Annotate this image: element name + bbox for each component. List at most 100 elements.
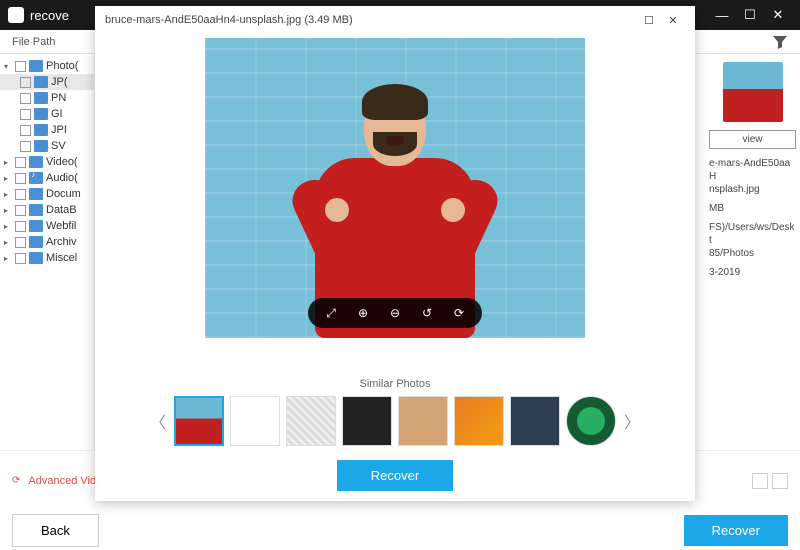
tree-label: SV xyxy=(51,140,66,152)
tree-item-webfile[interactable]: ▸ Webfil xyxy=(0,218,94,234)
brand-text: recove xyxy=(30,8,69,23)
checkbox[interactable] xyxy=(15,173,26,184)
chevron-right-icon[interactable]: ▸ xyxy=(4,190,12,199)
folder-icon xyxy=(29,60,43,72)
image-toolbar: ⤢ ⊕ ⊖ ↺ ⟳ xyxy=(308,298,482,328)
chevron-right-icon[interactable]: ▸ xyxy=(4,158,12,167)
folder-icon xyxy=(29,252,43,264)
list-view-icon[interactable] xyxy=(772,473,788,489)
checkbox[interactable] xyxy=(20,125,31,136)
chevron-down-icon[interactable]: ▾ xyxy=(4,62,12,71)
chevron-right-icon[interactable]: ▸ xyxy=(4,174,12,183)
info-size: MB xyxy=(709,202,796,215)
similar-thumb[interactable] xyxy=(230,396,280,446)
similar-photos-row: 〈 〉 xyxy=(115,396,675,446)
checkbox[interactable] xyxy=(15,61,26,72)
tree-label: Docum xyxy=(46,188,81,200)
modal-close-button[interactable]: ✕ xyxy=(661,8,685,32)
tree-label: DataB xyxy=(46,204,77,216)
folder-icon xyxy=(34,76,48,88)
tree-item-misc[interactable]: ▸ Miscel xyxy=(0,250,94,266)
folder-icon xyxy=(34,140,48,152)
modal-recover-button[interactable]: Recover xyxy=(337,460,453,491)
tree-item-document[interactable]: ▸ Docum xyxy=(0,186,94,202)
reload-icon[interactable]: ⟳ xyxy=(12,475,20,486)
preview-image: ⤢ ⊕ ⊖ ↺ ⟳ xyxy=(205,38,585,338)
zoom-out-icon[interactable]: ⊖ xyxy=(386,304,404,322)
chevron-right-icon[interactable]: ▸ xyxy=(4,238,12,247)
modal-maximize-button[interactable]: ☐ xyxy=(637,8,661,32)
modal-body: ⤢ ⊕ ⊖ ↺ ⟳ xyxy=(95,34,695,372)
preview-button[interactable]: view xyxy=(709,130,796,149)
chevron-right-icon[interactable]: ▸ xyxy=(4,206,12,215)
sidebar-tree: ▾Photo( JP( PN GI JPI SV ▸ Video( ▸Audio(… xyxy=(0,54,95,450)
zoom-in-icon[interactable]: ⊕ xyxy=(354,304,372,322)
tree-item-audio[interactable]: ▸Audio( xyxy=(0,170,94,186)
back-button[interactable]: Back xyxy=(12,514,99,547)
tree-label: Video( xyxy=(46,156,78,168)
tree-item-jpg[interactable]: JP( xyxy=(0,74,94,90)
filter-icon[interactable] xyxy=(772,34,788,50)
view-toggle xyxy=(752,473,788,489)
checkbox[interactable] xyxy=(20,141,31,152)
app-logo: recove xyxy=(8,7,69,23)
grid-view-icon[interactable] xyxy=(752,473,768,489)
checkbox[interactable] xyxy=(20,93,31,104)
similar-photos-section: Similar Photos 〈 〉 xyxy=(95,372,695,454)
checkbox[interactable] xyxy=(15,189,26,200)
similar-thumb[interactable] xyxy=(454,396,504,446)
similar-thumb[interactable] xyxy=(398,396,448,446)
info-thumbnail xyxy=(723,62,783,122)
checkbox[interactable] xyxy=(20,109,31,120)
folder-icon xyxy=(29,204,43,216)
checkbox[interactable] xyxy=(15,205,26,216)
tree-item-png[interactable]: PN xyxy=(0,90,94,106)
chevron-right-icon[interactable]: ▸ xyxy=(4,222,12,231)
similar-thumb[interactable] xyxy=(174,396,224,446)
folder-icon xyxy=(29,220,43,232)
tree-label: GI xyxy=(51,108,63,120)
checkbox[interactable] xyxy=(20,77,31,88)
similar-thumb[interactable] xyxy=(342,396,392,446)
tree-label: Webfil xyxy=(46,220,76,232)
checkbox[interactable] xyxy=(15,237,26,248)
refresh-icon[interactable]: ⟳ xyxy=(450,304,468,322)
tree-label: Archiv xyxy=(46,236,77,248)
rotate-icon[interactable]: ↺ xyxy=(418,304,436,322)
modal-footer: Recover xyxy=(95,454,695,501)
next-arrow-icon[interactable]: 〉 xyxy=(622,401,642,441)
tree-item-gif[interactable]: GI xyxy=(0,106,94,122)
recover-button[interactable]: Recover xyxy=(684,515,788,546)
tree-item-archive[interactable]: ▸ Archiv xyxy=(0,234,94,250)
tree-label: PN xyxy=(51,92,66,104)
similar-photos-label: Similar Photos xyxy=(115,378,675,390)
close-button[interactable]: ✕ xyxy=(764,1,792,29)
similar-thumb[interactable] xyxy=(566,396,616,446)
modal-title: bruce-mars-AndE50aaHn4-unsplash.jpg (3.4… xyxy=(105,14,353,26)
logo-icon xyxy=(8,7,24,23)
file-path-label: File Path xyxy=(12,36,55,48)
prev-arrow-icon[interactable]: 〈 xyxy=(148,401,168,441)
folder-icon xyxy=(34,124,48,136)
similar-thumb[interactable] xyxy=(510,396,560,446)
checkbox[interactable] xyxy=(15,157,26,168)
fullscreen-icon[interactable]: ⤢ xyxy=(322,304,340,322)
folder-icon xyxy=(29,236,43,248)
similar-thumb[interactable] xyxy=(286,396,336,446)
tree-item-database[interactable]: ▸ DataB xyxy=(0,202,94,218)
folder-icon xyxy=(29,188,43,200)
tree-item-photo[interactable]: ▾Photo( xyxy=(0,58,94,74)
chevron-right-icon[interactable]: ▸ xyxy=(4,254,12,263)
minimize-button[interactable]: — xyxy=(708,1,736,29)
tree-label: Miscel xyxy=(46,252,77,264)
right-info-panel: view e-mars-AndE50aaHnsplash.jpg MB FS)/… xyxy=(705,54,800,450)
checkbox[interactable] xyxy=(15,253,26,264)
checkbox[interactable] xyxy=(15,221,26,232)
tree-item-svg[interactable]: SV xyxy=(0,138,94,154)
folder-icon xyxy=(29,156,43,168)
tree-item-jpeg[interactable]: JPI xyxy=(0,122,94,138)
tree-item-video[interactable]: ▸ Video( xyxy=(0,154,94,170)
info-filename: e-mars-AndE50aaHnsplash.jpg xyxy=(709,157,796,196)
maximize-button[interactable]: ☐ xyxy=(736,1,764,29)
preview-modal: bruce-mars-AndE50aaHn4-unsplash.jpg (3.4… xyxy=(95,6,695,501)
